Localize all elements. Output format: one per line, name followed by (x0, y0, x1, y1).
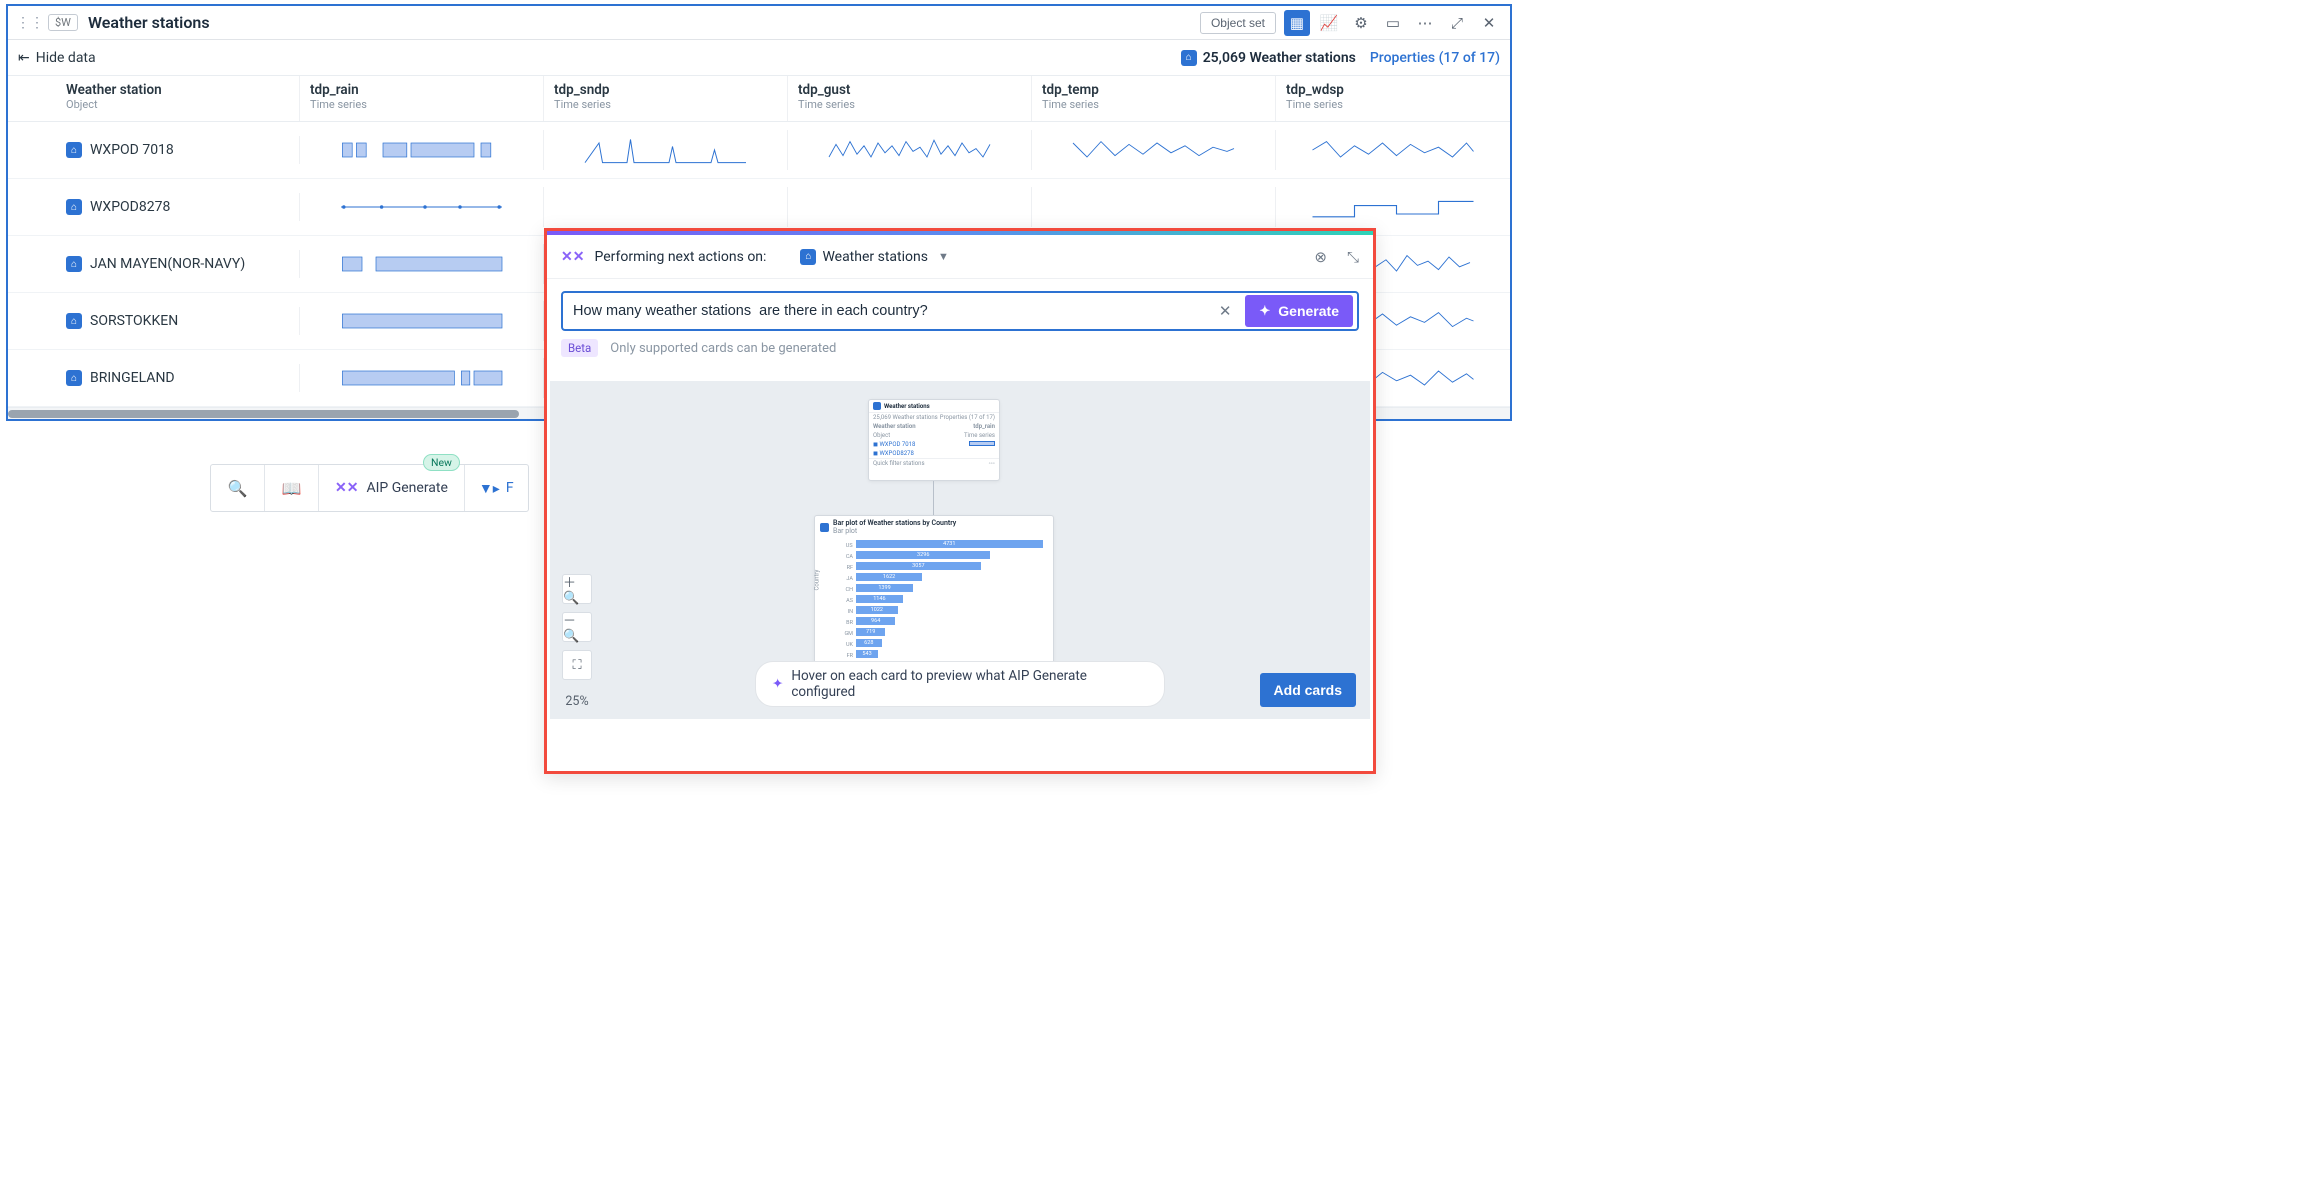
object-count: ⌂ 25,069 Weather stations (1181, 50, 1356, 66)
column-header[interactable]: tdp_temp Time series (1032, 76, 1276, 121)
sparkline (1276, 187, 1510, 227)
home-icon: ⌂ (66, 313, 82, 329)
prompt-box: ✕ ✦ Generate (561, 291, 1359, 331)
docs-button[interactable]: 📖 (265, 465, 319, 511)
sparkline (544, 187, 788, 227)
beta-row: Beta Only supported cards can be generat… (547, 339, 1373, 369)
properties-link[interactable]: Properties (17 of 17) (1370, 50, 1500, 66)
preview-card-source[interactable]: Weather stations 25,069 Weather stations… (868, 399, 1000, 481)
column-header[interactable]: tdp_sndp Time series (544, 76, 788, 121)
sparkline (300, 301, 544, 341)
zoom-controls: ＋🔍 －🔍 ⛶ 25% (562, 574, 592, 709)
bar: 964 (856, 617, 895, 625)
column-header[interactable]: tdp_wdsp Time series (1276, 76, 1510, 121)
bar: 4731 (856, 540, 1043, 548)
chevron-down-icon: ▼ (938, 250, 949, 263)
sub-header: ⇤ Hide data ⌂ 25,069 Weather stations Pr… (8, 40, 1510, 76)
bar-chart: Country US4731CA3296RF3057JA1622CH1399AS… (815, 538, 1053, 656)
column-header[interactable]: Weather station Object (56, 76, 300, 121)
add-cards-button[interactable]: Add cards (1260, 673, 1356, 707)
sparkline (300, 187, 544, 227)
home-icon: ⌂ (800, 249, 816, 265)
bar: 3057 (856, 562, 981, 570)
home-icon: ⌂ (1181, 50, 1197, 66)
sparkline (300, 244, 544, 284)
preview-canvas[interactable]: ＋🔍 －🔍 ⛶ 25% Weather stations 25,069 Weat… (550, 381, 1370, 719)
sparkline (788, 130, 1032, 170)
bar: 1022 (856, 606, 898, 614)
clear-icon[interactable]: ✕ (1211, 302, 1240, 320)
aip-generate-button[interactable]: ✕✕ AIP Generate New (319, 465, 465, 511)
column-header[interactable]: tdp_gust Time series (788, 76, 1032, 121)
collapse-icon: ⇤ (18, 50, 30, 66)
close-icon[interactable]: ✕ (1476, 10, 1502, 36)
home-icon: ⌂ (66, 142, 82, 158)
context-label: Performing next actions on: (594, 249, 766, 265)
object-set-button[interactable]: Object set (1200, 12, 1276, 34)
sparkline (300, 130, 544, 170)
minimize-icon[interactable]: ⤡ (1347, 248, 1359, 266)
bar: 543 (856, 650, 878, 658)
sparkle-icon: ✦ (1259, 303, 1270, 319)
connector-line (933, 481, 934, 515)
home-icon: ⌂ (66, 256, 82, 272)
bar: 1399 (856, 584, 913, 592)
card-toolbar: 🔍 📖 ✕✕ AIP Generate New ▼▸ F (210, 464, 529, 512)
sparkline (788, 187, 1032, 227)
filter-icon: ▼▸ (479, 480, 500, 497)
chart-view-icon[interactable]: 📈 (1316, 10, 1342, 36)
panel-title: Weather stations (88, 13, 210, 32)
home-icon: ⌂ (66, 199, 82, 215)
popover-header: ✕✕ Performing next actions on: ⌂ Weather… (547, 235, 1373, 279)
sparkline (300, 358, 544, 398)
table-header-row: Weather station Object tdp_rain Time ser… (8, 76, 1510, 122)
present-icon[interactable]: ▭ (1380, 10, 1406, 36)
more-icon[interactable]: ⋯ (1412, 10, 1438, 36)
table-row[interactable]: ⌂WXPOD 7018 (8, 122, 1510, 179)
column-header[interactable]: tdp_rain Time series (300, 76, 544, 121)
new-badge: New (423, 454, 460, 471)
zoom-out-button[interactable]: －🔍 (562, 612, 592, 642)
cancel-icon[interactable]: ⊗ (1314, 248, 1327, 266)
expand-icon[interactable]: ⤢ (1444, 10, 1470, 36)
sparkline (544, 130, 788, 170)
bar: 628 (856, 639, 882, 647)
grid-view-icon[interactable]: ▦ (1284, 10, 1310, 36)
aip-generate-popover: ✕✕ Performing next actions on: ⌂ Weather… (544, 228, 1376, 774)
sparkline (1032, 130, 1276, 170)
sparkline (1032, 187, 1276, 227)
gear-icon[interactable]: ⚙ (1348, 10, 1374, 36)
aip-icon: ✕✕ (561, 249, 584, 265)
zoom-label: 25% (562, 694, 592, 709)
aip-icon: ✕✕ (335, 480, 358, 496)
hover-hint: ✦ Hover on each card to preview what AIP… (755, 661, 1165, 707)
generate-button[interactable]: ✦ Generate (1245, 295, 1353, 327)
panel-header: ⋮⋮ $W Weather stations Object set ▦ 📈 ⚙ … (8, 6, 1510, 40)
bar: 719 (856, 628, 885, 636)
search-button[interactable]: 🔍 (211, 465, 265, 511)
hide-data-button[interactable]: ⇤ Hide data (18, 50, 96, 66)
sparkle-icon: ✦ (772, 676, 783, 692)
sparkline (1276, 130, 1510, 170)
target-chip[interactable]: ⌂ Weather stations ▼ (800, 249, 948, 265)
bar: 3296 (856, 551, 990, 559)
prompt-input[interactable] (573, 303, 1205, 319)
home-icon: ⌂ (66, 370, 82, 386)
preview-card-chart[interactable]: Bar plot of Weather stations by Country … (814, 515, 1054, 665)
variable-badge[interactable]: $W (48, 14, 78, 31)
bar: 1622 (856, 573, 922, 581)
zoom-in-button[interactable]: ＋🔍 (562, 574, 592, 604)
bar: 1146 (856, 595, 903, 603)
filter-button[interactable]: ▼▸ F (465, 480, 528, 497)
drag-handle-icon[interactable]: ⋮⋮ (16, 15, 44, 31)
zoom-fit-button[interactable]: ⛶ (562, 650, 592, 680)
beta-badge: Beta (561, 339, 598, 357)
prompt-row: ✕ ✦ Generate (547, 279, 1373, 339)
beta-message: Only supported cards can be generated (610, 341, 836, 356)
